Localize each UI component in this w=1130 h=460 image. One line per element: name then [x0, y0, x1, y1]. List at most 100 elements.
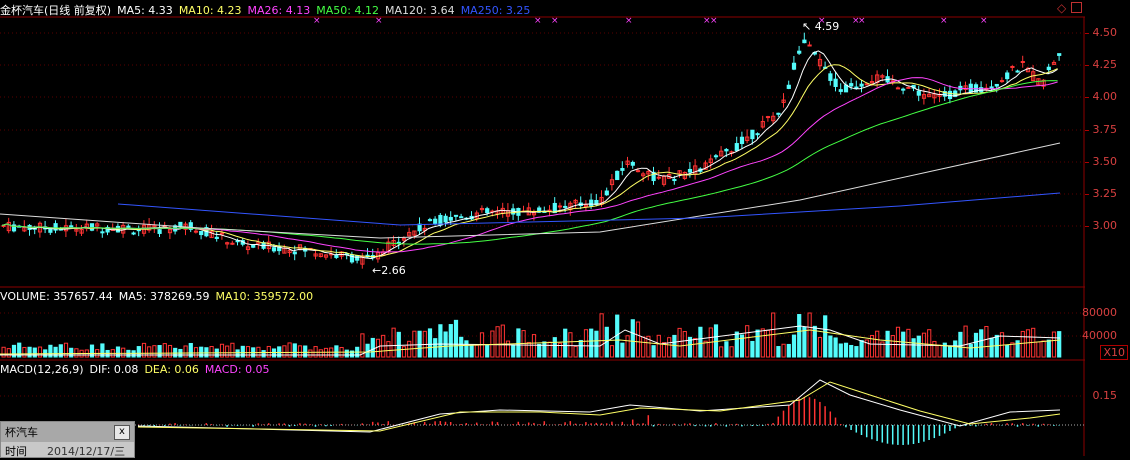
price-tick: 3.50	[1092, 155, 1118, 168]
volume-bar	[667, 337, 672, 358]
volume-bar	[438, 324, 443, 358]
volume-bar	[786, 343, 791, 358]
tick-mark	[1085, 33, 1089, 34]
volume-bar	[74, 348, 79, 358]
signal-marker: ×	[534, 16, 542, 26]
candle-body	[797, 50, 802, 54]
volume-bar	[630, 319, 635, 358]
volume-bar	[131, 350, 136, 358]
signal-marker: ×	[710, 16, 718, 26]
volume-label-1: MA5: 378269.59	[118, 290, 210, 303]
tick-mark	[1085, 162, 1089, 163]
candle-body	[838, 89, 843, 92]
candle-body	[126, 225, 131, 228]
volume-bar	[370, 337, 375, 358]
volume-bar	[693, 337, 698, 358]
volume-label-2: MA10: 359572.00	[215, 290, 314, 303]
candle-body	[994, 83, 999, 87]
volume-bar	[1, 346, 6, 358]
ma5-line	[1, 50, 1058, 260]
candle-body	[854, 86, 859, 89]
volume-bar	[765, 329, 771, 358]
candle-body	[916, 90, 921, 96]
candle-body	[755, 133, 760, 136]
ma-label-3: MA50: 4.12	[316, 3, 379, 17]
dea-line	[137, 381, 1061, 432]
dif-line	[137, 379, 1061, 433]
candle-body	[485, 208, 490, 214]
candle-body	[11, 224, 17, 232]
tick-mark	[1085, 194, 1089, 195]
candle-body	[251, 244, 256, 248]
tick-mark	[1085, 65, 1089, 66]
volume-bar	[817, 336, 823, 358]
volume-bar	[916, 335, 921, 358]
volume-bar	[979, 329, 984, 358]
candle-body	[1020, 61, 1025, 64]
candle-body	[199, 230, 204, 236]
candle-body	[989, 86, 994, 89]
volume-bar	[682, 331, 687, 358]
volume-bar	[433, 338, 438, 358]
stock-info-window[interactable]: 杯汽车 x 时间 2014/12/17/三	[0, 421, 135, 458]
volume-bar	[552, 337, 557, 358]
volume-bar	[791, 334, 797, 358]
volume-bar	[448, 324, 453, 358]
diamond-icon[interactable]: ◇	[1057, 1, 1066, 15]
low-price-label: ←2.66	[372, 264, 406, 277]
volume-bar	[672, 334, 677, 358]
volume-bar	[69, 347, 74, 358]
candle-body	[443, 215, 448, 223]
volume-bar	[537, 343, 542, 358]
volume-bar	[412, 330, 417, 358]
candle-body	[833, 78, 838, 87]
volume-bar	[516, 328, 521, 358]
volume-bar	[391, 327, 396, 358]
volume-bar	[703, 340, 708, 358]
volume-bar	[261, 350, 266, 358]
candlestick-chart[interactable]: × × × × × × × × ×× × ×	[0, 0, 1085, 456]
volume-bar	[635, 321, 641, 358]
volume-bar	[776, 346, 781, 358]
volume-bar	[953, 340, 958, 358]
volume-bar	[760, 328, 765, 358]
candle-body	[1015, 70, 1020, 73]
volume-bar	[531, 334, 537, 358]
volume-bar	[609, 345, 615, 358]
ma-label-1: MA10: 4.23	[178, 3, 242, 17]
volume-bar	[641, 336, 646, 358]
volume-bar	[1046, 339, 1051, 358]
candle-body	[615, 170, 620, 181]
low-value: 2.66	[381, 264, 406, 277]
candle-body	[48, 228, 53, 233]
volume-bar	[495, 326, 500, 358]
candle-body	[807, 44, 812, 47]
candle-body	[453, 214, 459, 217]
volume-bar	[121, 347, 126, 358]
ma250-line	[117, 192, 1061, 226]
candle-body	[713, 155, 719, 158]
volume-bar	[22, 346, 27, 358]
close-button[interactable]: x	[114, 424, 130, 440]
info-window-row: 时间 2014/12/17/三	[1, 442, 134, 460]
volume-bar	[734, 331, 739, 358]
volume-bar	[1041, 340, 1046, 358]
volume-bar	[911, 338, 916, 358]
volume-bar	[344, 349, 349, 358]
candle-body	[672, 178, 677, 182]
price-header: 金杯汽车(日线 前复权) MA5: 4.33 MA10: 4.23 MA26: 4.…	[0, 2, 530, 18]
info-window-titlebar[interactable]: 杯汽车 x	[1, 422, 134, 442]
window-square-icon[interactable]	[1071, 2, 1082, 13]
signal-marker: ×	[980, 16, 988, 26]
volume-bar	[719, 346, 724, 358]
signal-marker: ×	[625, 16, 633, 26]
candle-body	[427, 219, 433, 222]
macd-label-0: MACD(12,26,9)	[0, 363, 84, 376]
volume-bar	[235, 349, 240, 358]
candle-body	[1046, 66, 1051, 71]
candle-body	[620, 168, 625, 171]
candle-body	[843, 84, 849, 93]
ma-label-0: MA5: 4.33	[117, 3, 173, 17]
macd-tick: 0.15	[1092, 389, 1118, 402]
volume-bar	[193, 347, 199, 358]
